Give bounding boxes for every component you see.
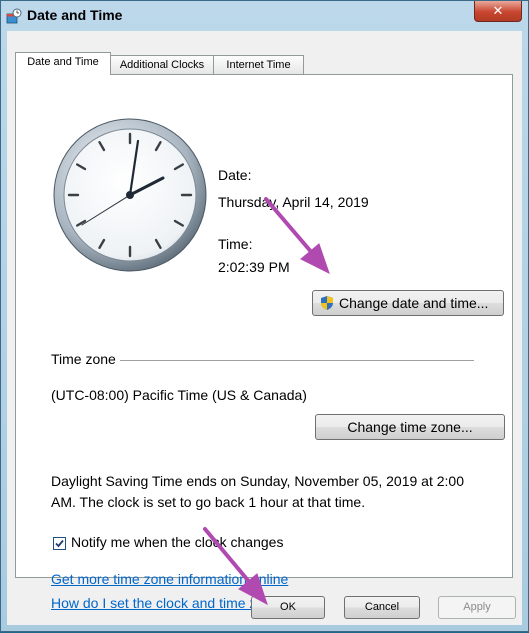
change-date-time-button[interactable]: Change date and time... [312, 290, 504, 316]
date-time-window: Date and Time ✕ Date and Time Additional… [0, 0, 529, 632]
time-zone-section-label: Time zone [51, 351, 116, 367]
notify-checkbox[interactable] [53, 537, 66, 550]
dialog-content: Date and Time Additional Clocks Internet… [7, 31, 522, 625]
tab-internet-time[interactable]: Internet Time [213, 55, 304, 74]
change-date-time-label: Change date and time... [339, 295, 489, 311]
time-zone-divider [120, 360, 474, 361]
analog-clock-icon [53, 118, 207, 272]
change-time-zone-button[interactable]: Change time zone... [315, 414, 505, 440]
tab-date-and-time[interactable]: Date and Time [15, 52, 111, 75]
checkmark-icon [55, 539, 64, 548]
apply-button[interactable]: Apply [438, 596, 516, 619]
title-bar[interactable]: Date and Time ✕ [1, 1, 528, 31]
uac-shield-icon [321, 296, 333, 310]
date-value: Thursday, April 14, 2019 [218, 194, 369, 210]
date-label: Date: [218, 167, 252, 183]
notify-label[interactable]: Notify me when the clock changes [71, 534, 283, 550]
ok-button[interactable]: OK [251, 596, 325, 619]
tab-additional-clocks[interactable]: Additional Clocks [110, 55, 214, 74]
date-time-app-icon [6, 8, 22, 24]
time-label: Time: [218, 236, 253, 252]
dst-info-line-1: Daylight Saving Time ends on Sunday, Nov… [51, 473, 464, 489]
close-button[interactable]: ✕ [474, 1, 522, 22]
window-title: Date and Time [27, 7, 123, 23]
dst-info-line-2: AM. The clock is set to go back 1 hour a… [51, 494, 366, 510]
cancel-button[interactable]: Cancel [344, 596, 420, 619]
close-icon: ✕ [492, 3, 504, 18]
time-zone-value: (UTC-08:00) Pacific Time (US & Canada) [51, 387, 307, 403]
time-value: 2:02:39 PM [218, 259, 290, 275]
date-time-tab-panel: Date: Thursday, April 14, 2019 Time: 2:0… [15, 74, 513, 611]
more-time-zone-info-link[interactable]: Get more time zone information online [51, 571, 288, 587]
